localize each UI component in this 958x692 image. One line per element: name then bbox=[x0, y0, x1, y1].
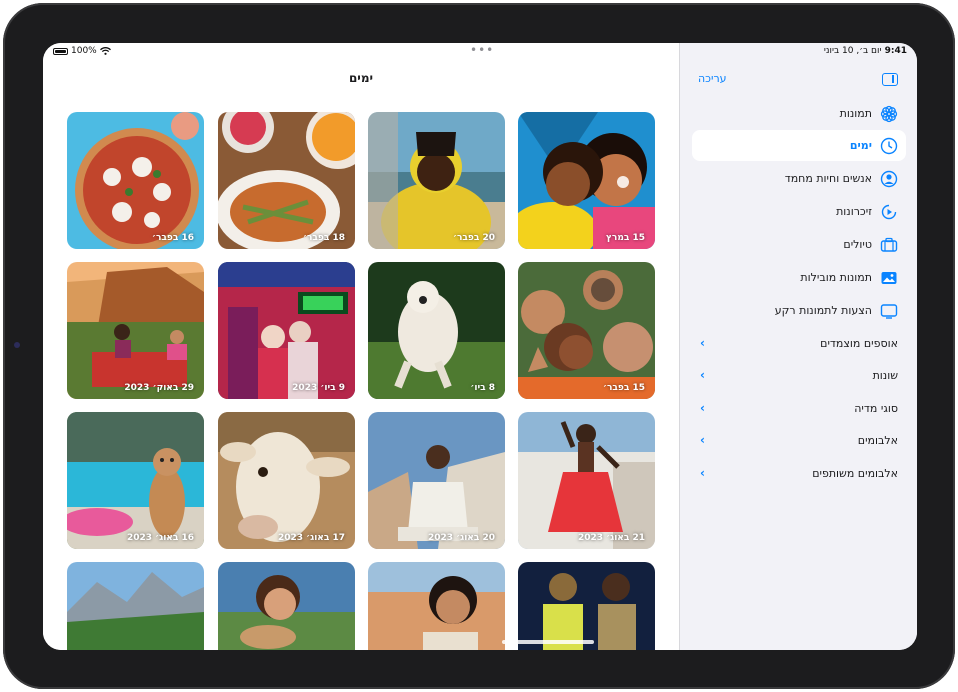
sidebar-item-trips[interactable]: טיולים bbox=[692, 229, 906, 260]
sidebar-group-label: אוספים מוצמדים bbox=[820, 336, 898, 350]
sidebar: 9:41 יום ב׳, 10 ביוני עריכה תמונות ימים … bbox=[679, 43, 917, 650]
sidebar-item-memories[interactable]: זיכרונות bbox=[692, 196, 906, 227]
status-time: 9:41 bbox=[884, 46, 907, 56]
chevron-left-icon: ‹ bbox=[700, 433, 705, 447]
sidebar-group-media-types[interactable]: ‹ סוגי מדיה bbox=[692, 394, 906, 422]
battery-percent: 100% bbox=[71, 46, 97, 56]
sidebar-group-label: אלבומים משותפים bbox=[812, 466, 898, 480]
day-tile[interactable] bbox=[218, 562, 355, 650]
photo-thumbnail bbox=[368, 562, 505, 650]
tile-date: 15 במרץ bbox=[605, 233, 645, 243]
person-circle-icon bbox=[880, 170, 898, 188]
sidebar-item-days[interactable]: ימים bbox=[692, 130, 906, 161]
day-tile[interactable]: 9 ביו׳ 2023 bbox=[218, 262, 355, 399]
wifi-icon bbox=[99, 47, 111, 55]
sidebar-group-label: סוגי מדיה bbox=[854, 401, 898, 415]
battery-icon bbox=[53, 47, 68, 55]
sidebar-item-label: תמונות bbox=[839, 107, 872, 120]
photo-thumbnail bbox=[218, 562, 355, 650]
tile-date: 16 בפבר׳ bbox=[152, 233, 194, 243]
photo-thumbnail bbox=[518, 562, 655, 650]
photo-thumbnail bbox=[518, 412, 655, 549]
edit-button[interactable]: עריכה bbox=[698, 72, 727, 85]
photo-thumbnail bbox=[67, 112, 204, 249]
photo-thumbnail bbox=[368, 112, 505, 249]
photo-thumbnail bbox=[368, 262, 505, 399]
page-title: ימים bbox=[348, 71, 374, 85]
flower-icon bbox=[880, 105, 898, 123]
tile-date: 20 באוג׳ 2023 bbox=[427, 533, 495, 543]
photo-thumbnail bbox=[518, 262, 655, 399]
day-tile[interactable] bbox=[368, 562, 505, 650]
chevron-left-icon: ‹ bbox=[700, 466, 705, 480]
tile-date: 15 בפבר׳ bbox=[603, 383, 645, 393]
photo-thumbnail bbox=[218, 412, 355, 549]
day-tile[interactable]: 20 באוג׳ 2023 bbox=[368, 412, 505, 549]
memories-play-icon bbox=[880, 203, 898, 221]
display-icon bbox=[880, 302, 898, 320]
tile-date: 20 בפבר׳ bbox=[453, 233, 495, 243]
sidebar-item-label: טיולים bbox=[843, 238, 872, 251]
tile-date: 21 באוג׳ 2023 bbox=[577, 533, 645, 543]
sidebar-toggle-icon[interactable] bbox=[882, 73, 898, 86]
sidebar-group-label: אלבומים bbox=[857, 433, 898, 447]
sidebar-group-albums[interactable]: ‹ אלבומים bbox=[692, 426, 906, 454]
day-tile[interactable]: 18 בפבר׳ bbox=[218, 112, 355, 249]
chevron-left-icon: ‹ bbox=[700, 336, 705, 350]
screen: 100% ••• ימים 15 במרץ 20 בפבר׳ 18 בפבר׳ … bbox=[43, 43, 917, 650]
status-date: יום ב׳, 10 ביוני bbox=[823, 46, 882, 56]
day-tile[interactable] bbox=[67, 562, 204, 650]
sidebar-item-label: ימים bbox=[849, 139, 872, 152]
sidebar-item-label: תמונות מובילות bbox=[800, 271, 872, 284]
photo-thumbnail bbox=[218, 112, 355, 249]
day-tile[interactable]: 16 בפבר׳ bbox=[67, 112, 204, 249]
chevron-left-icon: ‹ bbox=[700, 401, 705, 415]
sidebar-item-featured[interactable]: תמונות מובילות bbox=[692, 262, 906, 293]
day-tile[interactable]: 20 בפבר׳ bbox=[368, 112, 505, 249]
day-tile[interactable]: 16 באוג׳ 2023 bbox=[67, 412, 204, 549]
sidebar-item-photos[interactable]: תמונות bbox=[692, 98, 906, 129]
front-camera bbox=[14, 342, 20, 348]
sidebar-group-label: שונות bbox=[872, 368, 898, 382]
chevron-left-icon: ‹ bbox=[700, 368, 705, 382]
clock-icon bbox=[880, 137, 898, 155]
multitasking-dots[interactable]: ••• bbox=[470, 43, 494, 57]
sidebar-item-people[interactable]: אנשים וחיות מחמד bbox=[692, 163, 906, 194]
photo-thumbnail bbox=[518, 112, 655, 249]
day-tile[interactable] bbox=[518, 562, 655, 650]
tile-date: 16 באוג׳ 2023 bbox=[126, 533, 194, 543]
tile-date: 9 ביו׳ 2023 bbox=[292, 383, 345, 393]
day-tile[interactable]: 29 באוק׳ 2023 bbox=[67, 262, 204, 399]
sidebar-item-label: זיכרונות bbox=[836, 205, 872, 218]
sidebar-item-wallpaper[interactable]: הצעות לתמונות רקע bbox=[692, 295, 906, 326]
sidebar-group-misc[interactable]: ‹ שונות bbox=[692, 361, 906, 389]
sidebar-item-label: הצעות לתמונות רקע bbox=[774, 304, 872, 317]
day-tile[interactable]: 21 באוג׳ 2023 bbox=[518, 412, 655, 549]
day-tile[interactable]: 8 ביו׳ bbox=[368, 262, 505, 399]
photo-icon bbox=[880, 269, 898, 287]
sidebar-item-label: אנשים וחיות מחמד bbox=[784, 172, 872, 185]
sidebar-group-pinned[interactable]: ‹ אוספים מוצמדים bbox=[692, 329, 906, 357]
main-content: 100% ••• ימים 15 במרץ 20 בפבר׳ 18 בפבר׳ … bbox=[43, 43, 679, 650]
tile-date: 8 ביו׳ bbox=[470, 383, 495, 393]
photo-thumbnail bbox=[67, 412, 204, 549]
photo-thumbnail bbox=[218, 262, 355, 399]
tile-date: 17 באוג׳ 2023 bbox=[277, 533, 345, 543]
tile-date: 29 באוק׳ 2023 bbox=[124, 383, 194, 393]
day-tile[interactable]: 17 באוג׳ 2023 bbox=[218, 412, 355, 549]
photo-thumbnail bbox=[368, 412, 505, 549]
photo-thumbnail bbox=[67, 262, 204, 399]
home-indicator[interactable] bbox=[502, 640, 594, 644]
tile-date: 18 בפבר׳ bbox=[303, 233, 345, 243]
status-bar-left: 100% bbox=[53, 46, 111, 56]
suitcase-icon bbox=[880, 236, 898, 254]
photo-thumbnail bbox=[67, 562, 204, 650]
status-bar-right: 9:41 יום ב׳, 10 ביוני bbox=[816, 46, 907, 56]
day-tile[interactable]: 15 במרץ bbox=[518, 112, 655, 249]
sidebar-group-shared-albums[interactable]: ‹ אלבומים משותפים bbox=[692, 459, 906, 487]
day-tile[interactable]: 15 בפבר׳ bbox=[518, 262, 655, 399]
